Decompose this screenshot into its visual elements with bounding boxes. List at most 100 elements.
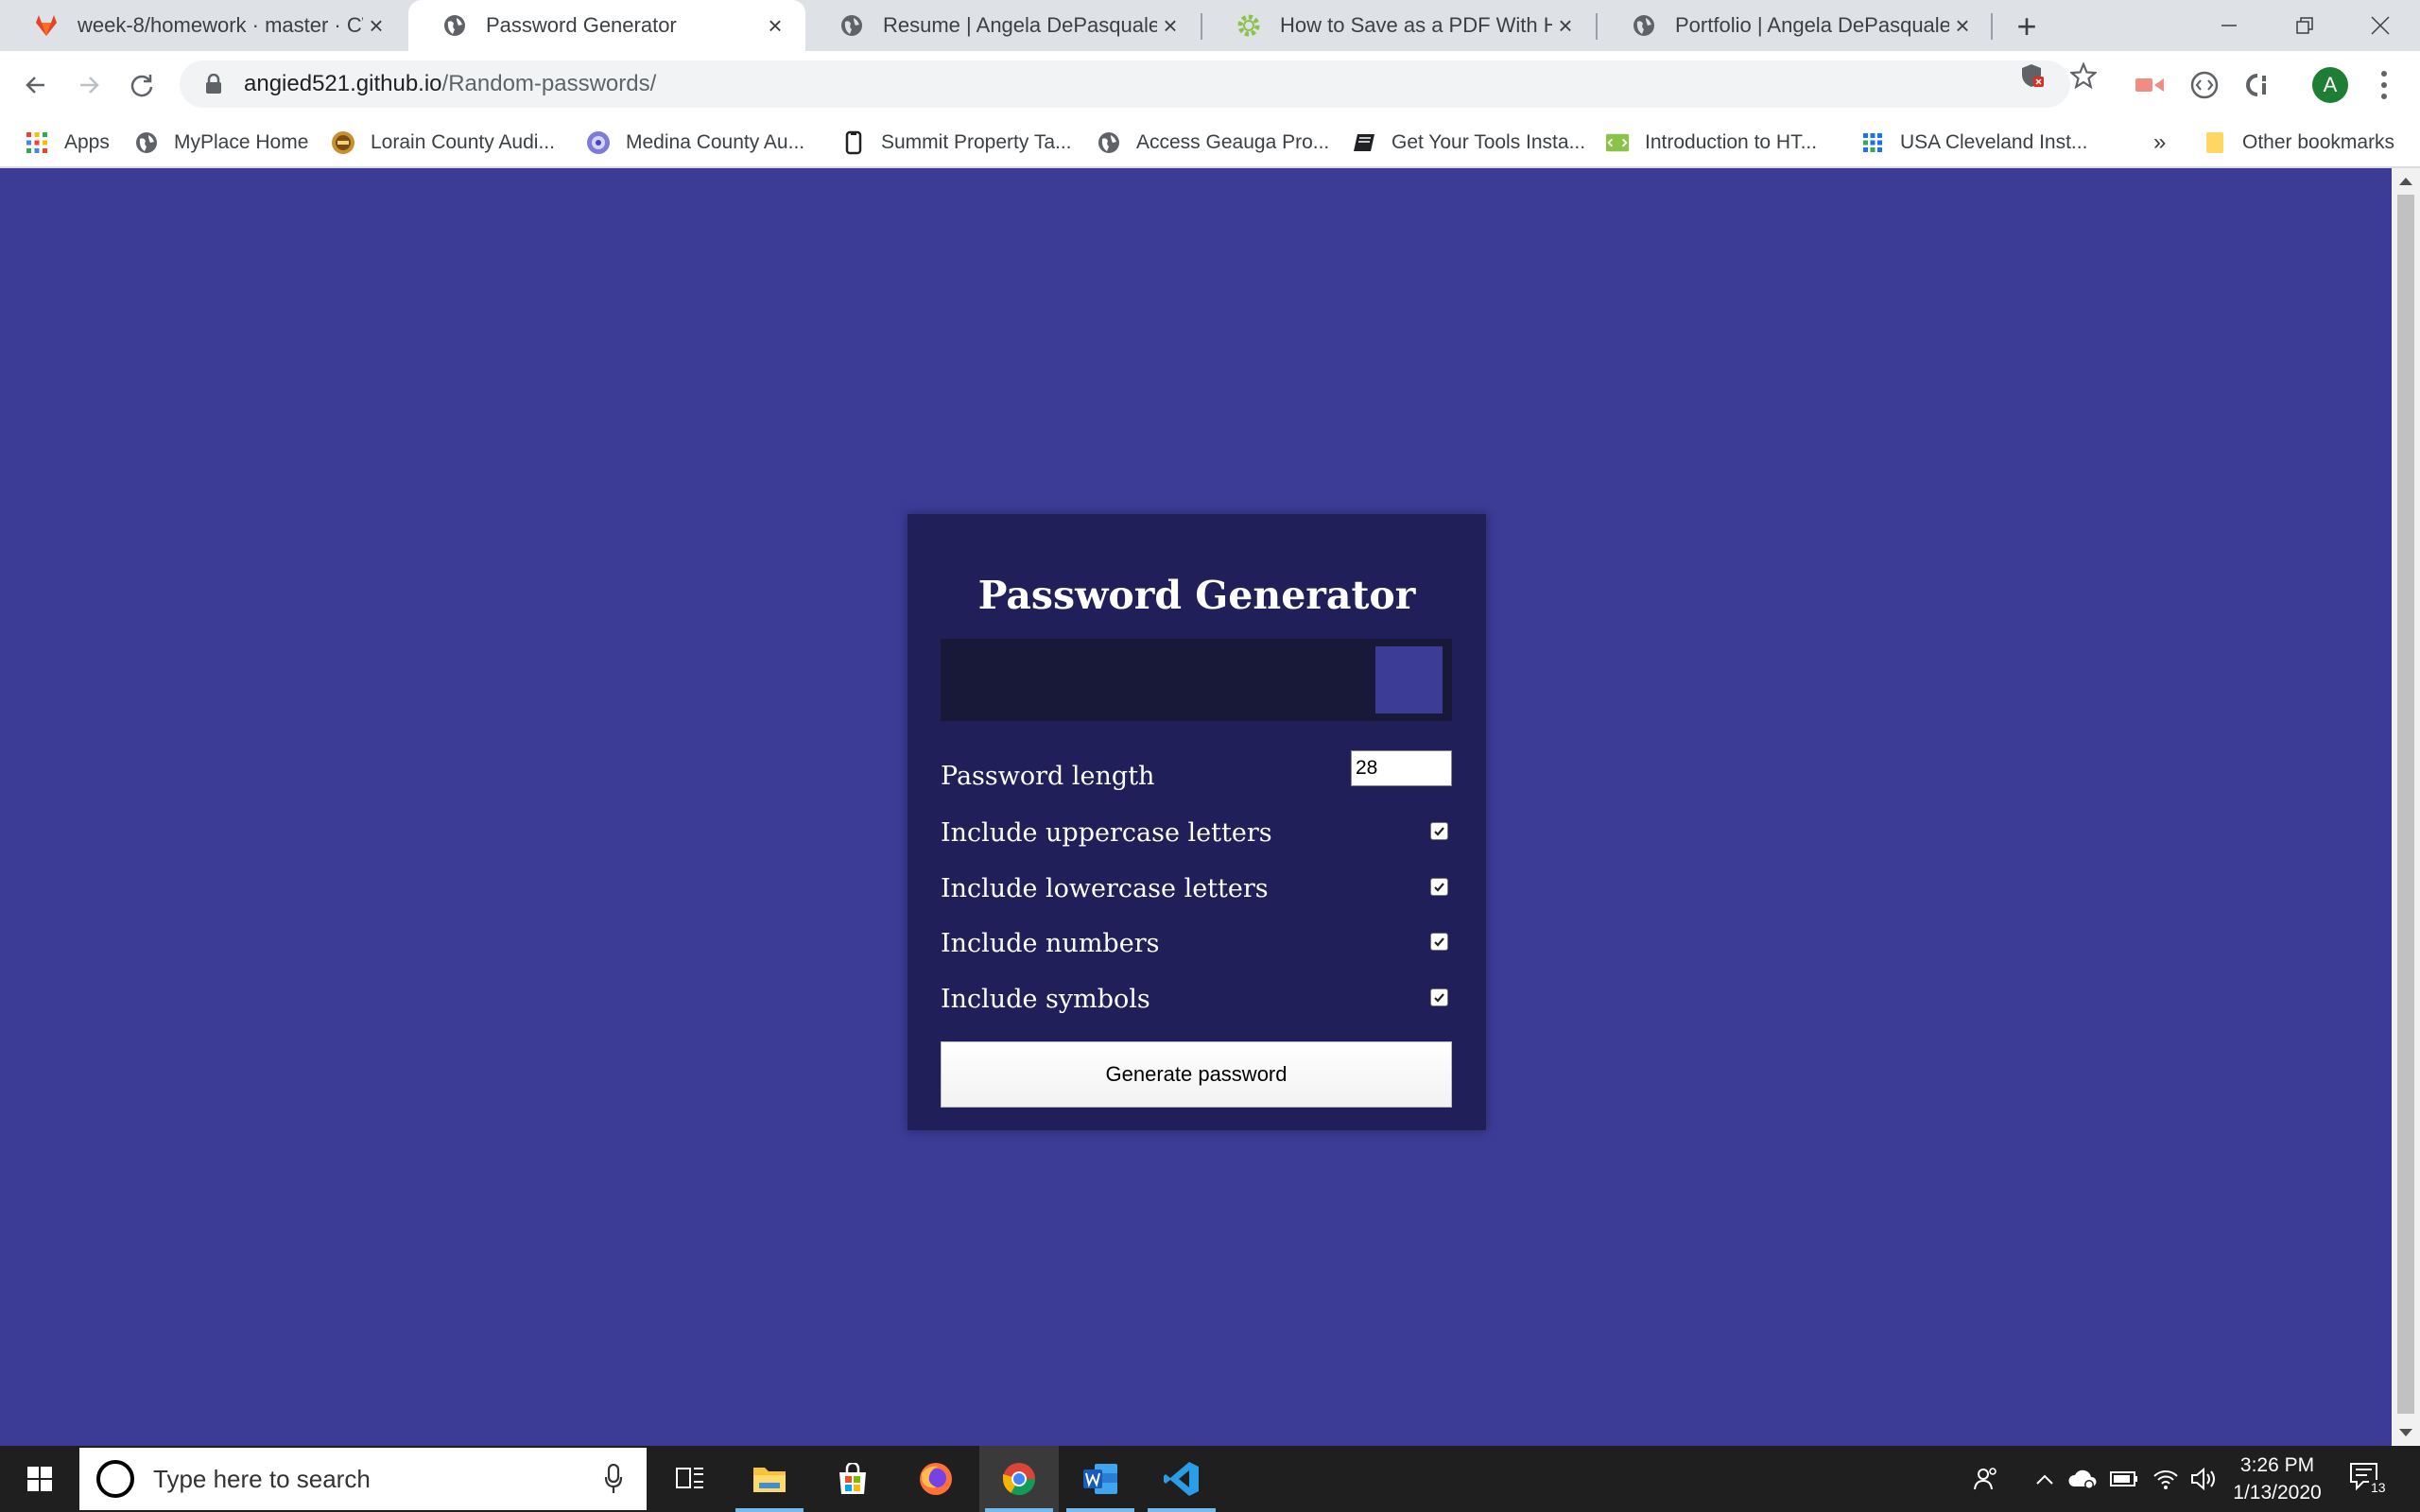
- code-extension-icon[interactable]: [2187, 68, 2221, 102]
- globe-icon: [134, 130, 159, 155]
- firefox-button[interactable]: [896, 1446, 976, 1512]
- gear-icon: [1236, 13, 1261, 38]
- chrome-icon: [1003, 1463, 1035, 1495]
- browser-toolbar: angied521.github.io/Random-passwords/ A: [0, 51, 2420, 117]
- bookmark-apps[interactable]: Apps: [25, 117, 110, 168]
- reload-button[interactable]: [121, 64, 163, 106]
- scrollbar-thumb[interactable]: [2397, 195, 2414, 1414]
- tab-title: Portfolio | Angela DePasquale: [1675, 13, 1949, 37]
- password-length-input[interactable]: [1351, 750, 1452, 786]
- people-icon[interactable]: [1970, 1463, 2002, 1495]
- close-tab-icon[interactable]: ×: [363, 11, 389, 41]
- restore-button[interactable]: [2267, 0, 2342, 51]
- tab-title: week-8/homework · master · CW: [78, 13, 363, 37]
- microphone-icon[interactable]: [599, 1463, 628, 1495]
- lowercase-checkbox[interactable]: [1430, 878, 1448, 896]
- store-icon: [839, 1463, 866, 1494]
- vscode-icon: [1164, 1462, 1199, 1496]
- tab-gitlab[interactable]: week-8/homework · master · CW ×: [0, 0, 406, 51]
- onedrive-icon[interactable]: [2066, 1463, 2099, 1495]
- bookmark-lorain[interactable]: Lorain County Audi...: [331, 117, 555, 168]
- task-view-button[interactable]: [650, 1446, 730, 1512]
- password-generator-card: Password Generator Password length Inclu…: [908, 514, 1486, 1130]
- lock-icon[interactable]: [200, 71, 227, 97]
- generate-password-button[interactable]: Generate password: [941, 1041, 1452, 1108]
- tab-title: How to Save as a PDF With Hype: [1280, 13, 1552, 37]
- password-output[interactable]: [941, 639, 1452, 721]
- page-viewport: Password Generator Password length Inclu…: [0, 168, 2392, 1446]
- battery-icon[interactable]: [2108, 1463, 2140, 1495]
- store-button[interactable]: [813, 1446, 892, 1512]
- address-bar[interactable]: angied521.github.io/Random-passwords/: [180, 60, 2070, 108]
- bookmarks-overflow-button[interactable]: »: [2153, 117, 2166, 168]
- minimize-icon: [2221, 25, 2237, 26]
- close-tab-icon[interactable]: ×: [1949, 11, 1976, 41]
- bookmark-geauga[interactable]: Access Geauga Pro...: [1097, 117, 1329, 168]
- start-button[interactable]: [0, 1446, 79, 1512]
- wifi-icon[interactable]: [2150, 1463, 2182, 1495]
- minimize-button[interactable]: [2191, 0, 2267, 51]
- other-bookmarks[interactable]: Other bookmarks: [2203, 117, 2394, 168]
- numbers-label: Include numbers: [941, 929, 1160, 958]
- clipper-extension-icon[interactable]: [2240, 68, 2274, 102]
- bookmark-label: Get Your Tools Insta...: [1392, 131, 1586, 153]
- scroll-down-arrow-icon[interactable]: [2399, 1429, 2412, 1436]
- bookmark-usa-cleveland[interactable]: USA Cleveland Inst...: [1860, 117, 2087, 168]
- screencast-extension-icon[interactable]: [2133, 68, 2167, 102]
- tab-separator: [1991, 13, 1993, 40]
- bookmark-label: MyPlace Home: [174, 131, 309, 153]
- close-tab-icon[interactable]: ×: [762, 11, 788, 41]
- bookmark-label: Apps: [64, 131, 110, 153]
- tab-save-pdf[interactable]: How to Save as a PDF With Hype ×: [1202, 0, 1596, 51]
- bookmark-medina[interactable]: Medina County Au...: [586, 117, 804, 168]
- new-tab-button[interactable]: +: [2008, 8, 2046, 45]
- task-view-icon: [676, 1468, 703, 1488]
- bookmark-summit[interactable]: Summit Property Ta...: [841, 117, 1072, 168]
- file-explorer-button[interactable]: [730, 1446, 809, 1512]
- reload-icon: [130, 75, 153, 97]
- word-button[interactable]: [1061, 1446, 1140, 1512]
- action-center-button[interactable]: 13: [2348, 1461, 2390, 1499]
- tab-strip: week-8/homework · master · CW × Password…: [0, 0, 2420, 51]
- vscode-button[interactable]: [1142, 1446, 1221, 1512]
- bookmarks-bar: Apps MyPlace Home Lorain County Audi... …: [0, 117, 2420, 168]
- close-window-button[interactable]: [2342, 0, 2418, 51]
- chrome-button[interactable]: [979, 1446, 1059, 1512]
- bookmark-myplace[interactable]: MyPlace Home: [134, 117, 308, 168]
- tab-portfolio[interactable]: Portfolio | Angela DePasquale ×: [1598, 0, 1993, 51]
- folder-icon: [2203, 130, 2227, 155]
- globe-icon: [1097, 130, 1121, 155]
- forward-arrow-icon: [80, 77, 99, 94]
- close-tab-icon[interactable]: ×: [1157, 11, 1184, 41]
- book-icon: [1352, 130, 1376, 155]
- taskbar-search[interactable]: Type here to search: [79, 1448, 647, 1510]
- copy-button[interactable]: [1375, 646, 1443, 713]
- uppercase-checkbox[interactable]: [1430, 822, 1448, 840]
- bookmark-intro-html[interactable]: Introduction to HT...: [1605, 117, 1817, 168]
- vertical-scrollbar[interactable]: [2392, 168, 2420, 1446]
- windows-taskbar: Type here to search 3:26 PM 1/13/2020 13: [0, 1446, 2420, 1512]
- back-button[interactable]: [15, 64, 57, 106]
- show-hidden-icons-icon[interactable]: [2029, 1463, 2061, 1495]
- system-clock[interactable]: 3:26 PM 1/13/2020: [2218, 1452, 2337, 1506]
- symbols-checkbox[interactable]: [1430, 988, 1448, 1006]
- url-host: angied521.github.io: [244, 71, 442, 96]
- globe-icon: [1632, 13, 1656, 38]
- numbers-checkbox[interactable]: [1430, 933, 1448, 951]
- bookmark-label: Other bookmarks: [2242, 131, 2395, 153]
- tab-password-generator[interactable]: Password Generator ×: [408, 0, 805, 51]
- forward-button[interactable]: [68, 64, 110, 106]
- scroll-up-arrow-icon[interactable]: [2399, 178, 2412, 185]
- windows-logo-icon: [27, 1467, 52, 1491]
- password-length-label: Password length: [941, 762, 1155, 791]
- tab-resume[interactable]: Resume | Angela DePasquale ×: [805, 0, 1201, 51]
- code-icon: [1605, 130, 1630, 155]
- apps-grid-icon: [25, 130, 49, 155]
- browser-menu-button[interactable]: [2373, 68, 2395, 102]
- profile-avatar[interactable]: A: [2312, 67, 2348, 103]
- close-tab-icon[interactable]: ×: [1552, 11, 1579, 41]
- bookmark-tools[interactable]: Get Your Tools Insta...: [1352, 117, 1585, 168]
- bookmark-star-icon[interactable]: [2070, 62, 2097, 89]
- volume-icon[interactable]: [2187, 1463, 2220, 1495]
- shield-blocked-icon[interactable]: [2019, 62, 2046, 89]
